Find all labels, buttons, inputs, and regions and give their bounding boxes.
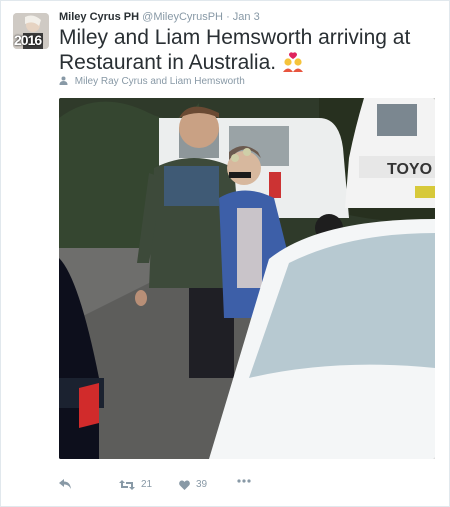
tagged-people-text: Miley Ray Cyrus and Liam Hemsworth — [74, 76, 245, 87]
tweet-actions: 21 39 — [59, 479, 435, 497]
avatar[interactable]: 2016 — [13, 13, 49, 49]
tweet-header: Miley Cyrus PH @MileyCyrusPH · Jan 3 — [59, 11, 260, 23]
user-handle[interactable]: @MileyCyrusPH — [142, 11, 223, 23]
more-button[interactable] — [237, 479, 251, 483]
heart-icon — [179, 479, 190, 490]
tweet-photo[interactable]: TOYO — [59, 98, 435, 459]
retweet-button[interactable]: 21 — [119, 479, 152, 490]
display-name[interactable]: Miley Cyrus PH — [59, 11, 139, 23]
tweet-card[interactable]: 2016 Miley Cyrus PH @MileyCyrusPH · Jan … — [0, 0, 450, 507]
reply-button[interactable] — [59, 479, 71, 489]
tagged-people[interactable]: Miley Ray Cyrus and Liam Hemsworth — [59, 76, 245, 87]
header-separator: · — [226, 11, 230, 23]
reply-icon — [59, 479, 71, 489]
photo-image: TOYO — [59, 98, 435, 459]
truck-brand-text: TOYO — [387, 161, 432, 178]
retweet-icon — [119, 479, 135, 490]
avatar-year-text: 2016 — [14, 32, 42, 48]
retweet-count: 21 — [141, 479, 153, 490]
tweet-date[interactable]: Jan 3 — [233, 11, 260, 23]
couple-with-heart-icon — [282, 52, 303, 72]
like-count: 39 — [196, 479, 208, 490]
person-icon — [59, 76, 68, 85]
more-icon — [237, 479, 251, 483]
like-button[interactable]: 39 — [179, 479, 207, 490]
tweet-text: Miley and Liam Hemsworth arriving at Res… — [59, 25, 439, 75]
tweet-text-body: Miley and Liam Hemsworth arriving at Res… — [59, 26, 411, 74]
